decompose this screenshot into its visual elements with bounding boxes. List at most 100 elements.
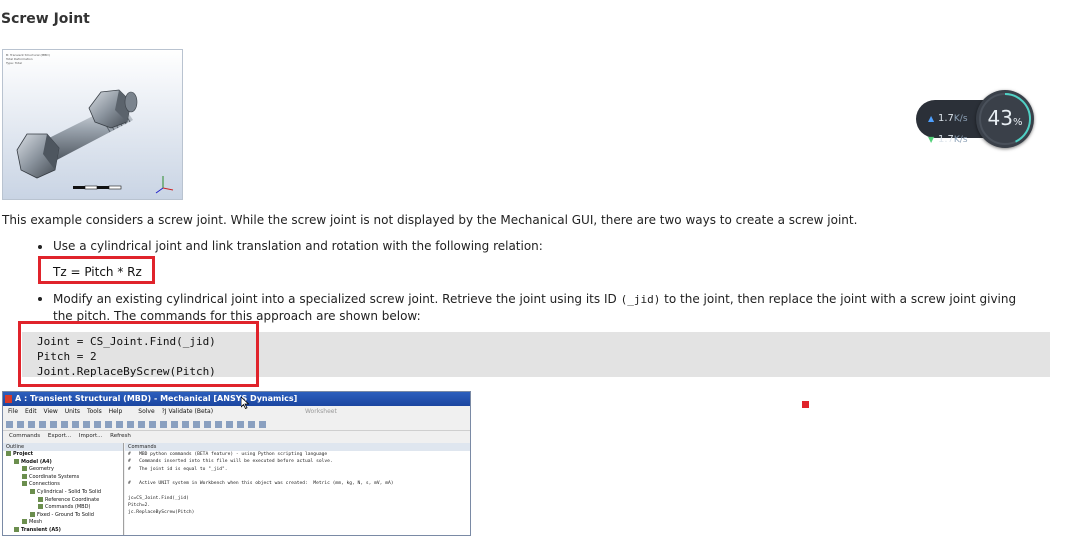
bullet2-text-start: Modify an existing cylindrical joint int…	[53, 292, 617, 306]
tree-node-icon	[30, 488, 35, 494]
tree-item-label: Fixed - Ground To Solid	[37, 511, 94, 518]
bullet-cylindrical-joint: Use a cylindrical joint and link transla…	[53, 239, 543, 253]
menu-help: Help	[108, 408, 123, 415]
tree-item-label: Reference Coordinate	[45, 496, 100, 503]
outline-header: Outline	[3, 443, 123, 451]
toolbar-icon	[226, 421, 233, 428]
refresh-button: Refresh	[110, 433, 131, 439]
tree-item-label: Model (A4)	[21, 458, 52, 465]
toolbar-icon	[215, 421, 222, 428]
tree-item: Geometry	[3, 466, 123, 474]
nut	[88, 89, 138, 129]
tree-item: Coordinate Systems	[3, 473, 123, 482]
commands-text: # MBD python commands (BETA feature) - u…	[128, 452, 394, 516]
mechanical-title: A : Transient Structural (MBD) - Mechani…	[15, 394, 298, 403]
mechanical-toolbar	[3, 419, 470, 431]
toolbar-icon	[171, 421, 178, 428]
commands-header: Commands	[125, 443, 470, 451]
axis-triad-icon	[155, 176, 174, 194]
mechanical-menu-bar: File Edit View Units Tools Help Solve ?J…	[3, 406, 470, 418]
upload-speed: ▲ 1.7K/s	[928, 113, 968, 124]
menu-file: File	[8, 408, 19, 415]
worksheet-label: Worksheet	[304, 408, 337, 415]
figure-header-line: Type: Total	[6, 61, 22, 65]
tree-item-label: Connections	[29, 481, 60, 488]
app-icon	[5, 395, 12, 403]
toolbar-icon	[160, 421, 167, 428]
toolbar-icon	[116, 421, 123, 428]
toolbar-icon	[138, 421, 145, 428]
download-unit: K/s	[953, 135, 968, 145]
tree-node-icon	[14, 458, 19, 464]
intro-paragraph: This example considers a screw joint. Wh…	[2, 213, 858, 227]
tree-item-label: Project	[13, 451, 34, 457]
tree-node-icon	[22, 473, 27, 479]
toolbar-icon	[237, 421, 244, 428]
validate-label: ?J Validate (Beta)	[161, 408, 214, 415]
toolbar-icon	[105, 421, 112, 428]
mechanical-title-bar: A : Transient Structural (MBD) - Mechani…	[3, 392, 470, 406]
tree-node-icon	[22, 481, 27, 487]
tree-node-icon	[38, 496, 43, 502]
download-value: 1.7	[938, 134, 954, 145]
tree-node-icon	[22, 466, 27, 472]
tree-item-label: Coordinate Systems	[29, 473, 80, 480]
commands-button: Commands	[9, 433, 41, 439]
memory-usage-gauge[interactable]: 43%	[976, 90, 1034, 148]
mechanical-screenshot: A : Transient Structural (MBD) - Mechani…	[2, 391, 471, 536]
page-title: Screw Joint	[1, 11, 90, 27]
toolbar-icon	[83, 421, 90, 428]
toolbar-icon	[28, 421, 35, 428]
network-speed-widget[interactable]: ▲ 1.7K/s ▼ 1.7K/s 43%	[916, 90, 1036, 148]
upload-unit: K/s	[953, 114, 968, 124]
bolt-head	[16, 133, 60, 179]
tree-node-icon	[38, 504, 43, 510]
toolbar-icon	[6, 421, 13, 428]
tree-item: Mesh	[3, 519, 123, 527]
bullet-marker	[38, 297, 42, 301]
export-button: Export...	[47, 433, 72, 439]
scale-bar	[73, 185, 122, 190]
menu-view: View	[43, 408, 58, 415]
formula-text: Tz = Pitch * Rz	[53, 265, 142, 279]
upload-value: 1.7	[938, 113, 954, 124]
bolt-drawing	[16, 89, 174, 194]
tree-item: Model (A4)	[3, 458, 123, 467]
menu-tools: Tools	[86, 408, 102, 415]
download-speed: ▼ 1.7K/s	[928, 134, 968, 145]
toolbar-icon	[182, 421, 189, 428]
toolbar-icon	[94, 421, 101, 428]
toolbar-icon	[127, 421, 134, 428]
inline-code-jid: (_jid)	[620, 293, 661, 306]
toolbar-icon	[248, 421, 255, 428]
toolbar-icon	[72, 421, 79, 428]
tree-item: Commands (MBD)	[3, 504, 123, 512]
menu-units: Units	[64, 408, 81, 415]
tree-item-label: Cylindrical - Solid To Solid	[37, 488, 102, 495]
commands-panel: Commands # MBD python commands (BETA fea…	[125, 443, 470, 535]
bullet-screw-joint: Modify an existing cylindrical joint int…	[53, 291, 1033, 324]
tree-node-icon	[6, 451, 11, 456]
tree-node-icon	[30, 511, 35, 517]
toolbar-icon	[39, 421, 46, 428]
tree-item: Connections	[3, 481, 123, 489]
mouse-cursor-icon	[241, 397, 249, 409]
tree-item: Reference Coordinate	[3, 496, 123, 505]
tree-node-icon	[22, 519, 27, 525]
gauge-percent: 43%	[976, 106, 1034, 130]
tree-item-label: Geometry	[29, 466, 54, 473]
tree-item: Project	[3, 451, 123, 459]
outline-tree: Project Model (A4) Geometry Coordinate Syst…	[3, 451, 123, 535]
bolt-figure-image: B: Transient Structural (MBD) Total Defo…	[2, 49, 183, 200]
tree-item: Cylindrical - Solid To Solid	[3, 488, 123, 497]
import-button: Import...	[78, 433, 103, 439]
outline-panel: Outline Project Model (A4) Geometry Coordin…	[3, 443, 124, 535]
solve-label: Solve	[138, 408, 155, 415]
upload-arrow-icon: ▲	[928, 114, 935, 123]
toolbar-icon	[149, 421, 156, 428]
mechanical-command-bar: Commands Export... Import... Refresh	[3, 431, 131, 442]
red-marker	[802, 401, 809, 408]
tree-item-label: Mesh	[29, 519, 43, 526]
gauge-percent-value: 43	[987, 106, 1013, 130]
figure-header: B: Transient Structural (MBD) Total Defo…	[6, 53, 50, 65]
